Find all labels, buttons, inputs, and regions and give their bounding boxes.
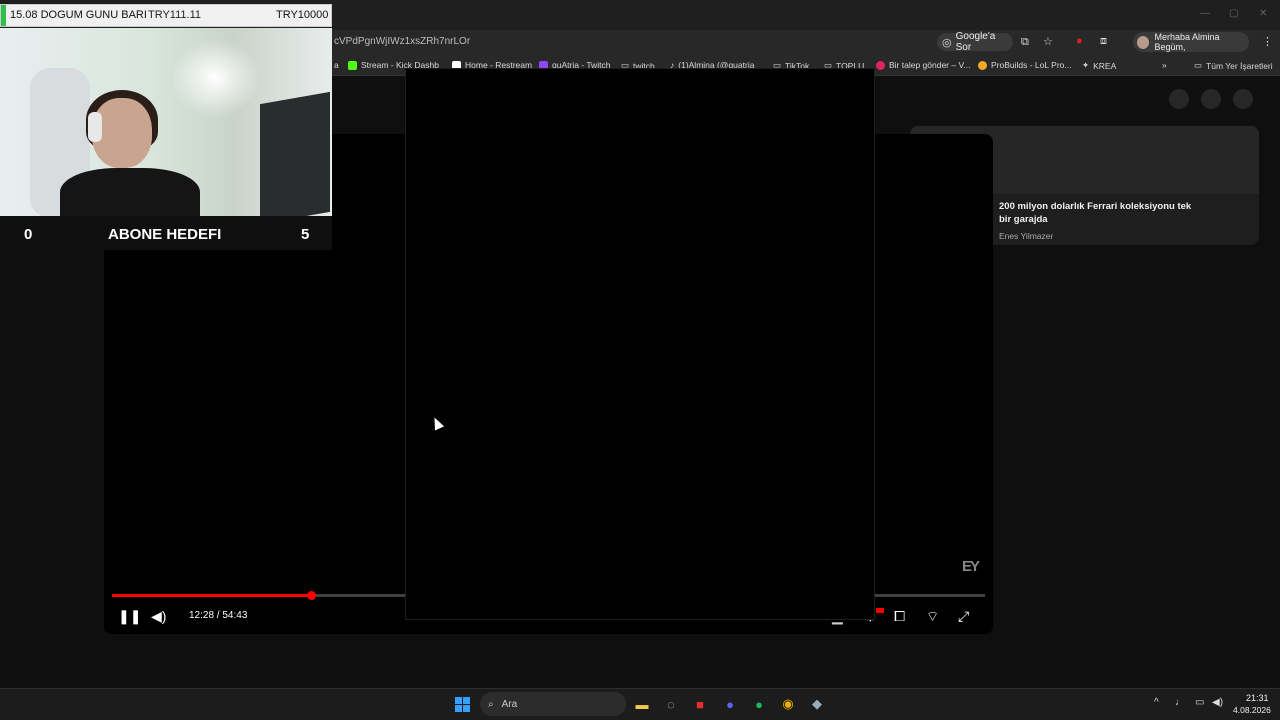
time-display: 12:28 / 54:43: [189, 610, 248, 621]
donation-goal-target: TRY10000: [276, 9, 329, 21]
extension-red-icon[interactable]: ●: [1076, 35, 1083, 47]
app-loader-icon[interactable]: ◌: [661, 694, 681, 714]
donation-goal-current: TRY111.11: [148, 9, 201, 21]
lens-icon: ◎: [942, 36, 952, 49]
close-icon[interactable]: ✕: [1259, 8, 1267, 19]
bookmark-cut[interactable]: a: [334, 60, 339, 70]
monitor: [260, 91, 330, 216]
miniplayer-icon[interactable]: ⧠: [894, 608, 905, 625]
streamer-body: [60, 168, 200, 216]
window-light: [170, 38, 260, 118]
bookmark-star-icon[interactable]: ☆: [1043, 35, 1053, 48]
display-icon[interactable]: ▭: [1195, 697, 1204, 708]
menu-kebab-icon[interactable]: ⋮: [1262, 35, 1273, 48]
clock-time[interactable]: 21:31: [1246, 693, 1269, 703]
taskbar-search-label: Ara: [501, 698, 518, 710]
black-popup-window[interactable]: [405, 68, 875, 620]
bookmark-krea[interactable]: ✦ KREA: [1082, 60, 1116, 71]
hd-badge: [876, 608, 884, 613]
address-bar-url[interactable]: cVPdPgnWjIWz1xsZRh7nrLOr: [334, 36, 470, 47]
avatar: [1137, 35, 1150, 49]
profile-button[interactable]: Merhaba Almina Begüm,: [1133, 32, 1249, 52]
webcam-feed: [0, 28, 332, 216]
microphone-icon[interactable]: ♩: [1175, 697, 1185, 708]
kick-icon: [348, 60, 357, 70]
search-icon: ⌕: [488, 698, 494, 710]
notifications-circle-icon[interactable]: [1201, 89, 1221, 109]
sub-goal-current: 0: [24, 226, 33, 243]
probuilds-icon: [978, 60, 987, 70]
clock-date[interactable]: 4.08.2026: [1233, 705, 1271, 715]
donation-goal-title: 15.08 DOGUM GUNU BARI: [10, 9, 147, 21]
krea-icon: ✦: [1082, 60, 1090, 70]
headset: [88, 112, 102, 142]
volume-icon[interactable]: ◀): [151, 608, 166, 625]
discord-icon[interactable]: ●: [720, 694, 740, 714]
extensions-puzzle-icon[interactable]: ⧈: [1100, 35, 1107, 48]
recommended-video-channel[interactable]: Enes Yilmazer: [999, 231, 1053, 241]
sub-goal-title: ABONE HEDEFI: [108, 226, 222, 243]
cast-icon[interactable]: ⌔: [926, 608, 939, 626]
volume-tray-icon[interactable]: ◀): [1212, 697, 1223, 708]
windows-start-icon[interactable]: [452, 694, 472, 714]
progress-scrubber[interactable]: [307, 591, 316, 600]
install-app-icon[interactable]: ⧉: [1021, 36, 1029, 49]
profile-label: Merhaba Almina Begüm,: [1154, 32, 1220, 52]
sub-goal-target: 5: [301, 226, 310, 243]
cast-circle-icon[interactable]: [1169, 89, 1189, 109]
tray-chevron-icon[interactable]: ^: [1154, 697, 1159, 708]
fullscreen-icon[interactable]: ⤢: [958, 608, 969, 625]
taskbar-search[interactable]: ⌕ Ara: [480, 692, 626, 716]
maximize-icon[interactable]: ▢: [1229, 8, 1238, 19]
spotify-icon[interactable]: ●: [749, 694, 769, 714]
red-app-icon[interactable]: ■: [690, 694, 710, 714]
file-explorer-icon[interactable]: ▬: [632, 694, 652, 714]
google-ask-button[interactable]: ◎ Google'a Sor: [937, 31, 1013, 53]
recommended-video-title[interactable]: 200 milyon dolarlık Ferrari koleksiyonu …: [999, 200, 1199, 226]
folder-icon: ▭: [1194, 60, 1203, 70]
all-bookmarks[interactable]: ▭ Tüm Yer İşaretleri: [1194, 60, 1273, 71]
donation-goal-fill: [1, 5, 6, 26]
account-circle-icon[interactable]: [1233, 89, 1253, 109]
pause-icon[interactable]: ❚❚: [118, 608, 141, 625]
channel-watermark[interactable]: EY: [962, 558, 980, 575]
more-bookmarks-icon[interactable]: »: [1162, 60, 1167, 70]
google-ask-label: Google'a Sor: [955, 31, 996, 53]
progress-fill: [112, 594, 311, 597]
chrome-icon[interactable]: ◉: [778, 694, 798, 714]
bookmark-support[interactable]: Bir talep gönder – V...: [876, 60, 970, 70]
minimize-icon[interactable]: —: [1200, 8, 1210, 19]
bookmark-probuilds[interactable]: ProBuilds - LoL Pro...: [978, 60, 1071, 70]
steam-icon[interactable]: ◆: [807, 694, 827, 714]
support-icon: [876, 60, 885, 70]
